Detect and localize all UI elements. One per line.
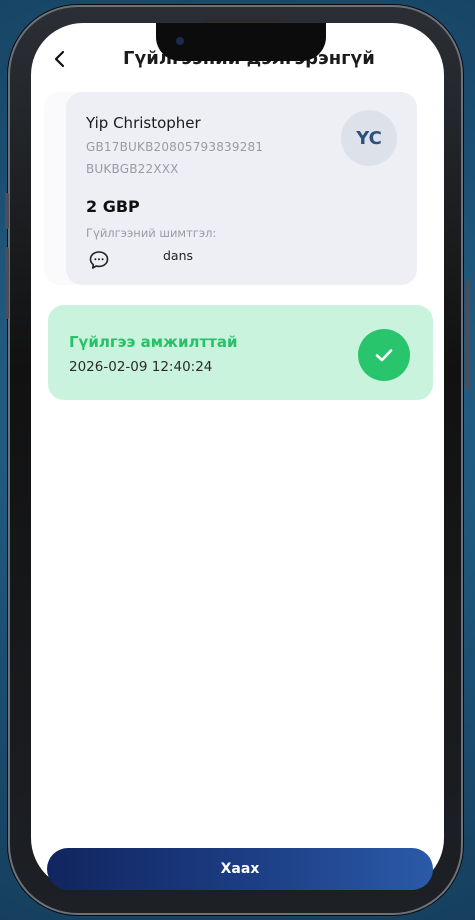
transaction-note: dans [163,248,194,263]
volume-down-button [5,247,9,319]
transaction-amount: 2 GBP [86,197,140,216]
success-title: Гүйлгээ амжилттай [69,333,238,351]
chevron-left-icon [54,50,65,68]
recipient-bic: BUKBGB22XXX [86,162,179,176]
power-button [466,280,470,390]
recipient-iban: GB17BUKB20805793839281 [86,140,264,154]
recipient-name: Yip Christopher [86,114,201,132]
screenshot-background: Гүйлгээний дэлгэрэнгүй Yip Christopher G… [0,0,475,920]
fee-label: Гүйлгээний шимтгэл: [86,226,217,240]
close-button[interactable]: Хаах [47,848,433,890]
camera-dot [176,37,184,45]
back-button[interactable] [51,48,71,70]
transaction-datetime: 2026-02-09 12:40:24 [69,359,213,375]
volume-up-button [5,193,9,229]
success-check-icon [358,329,410,381]
avatar: YC [341,110,397,166]
speaker-grill [206,18,280,22]
chat-icon [87,248,111,272]
